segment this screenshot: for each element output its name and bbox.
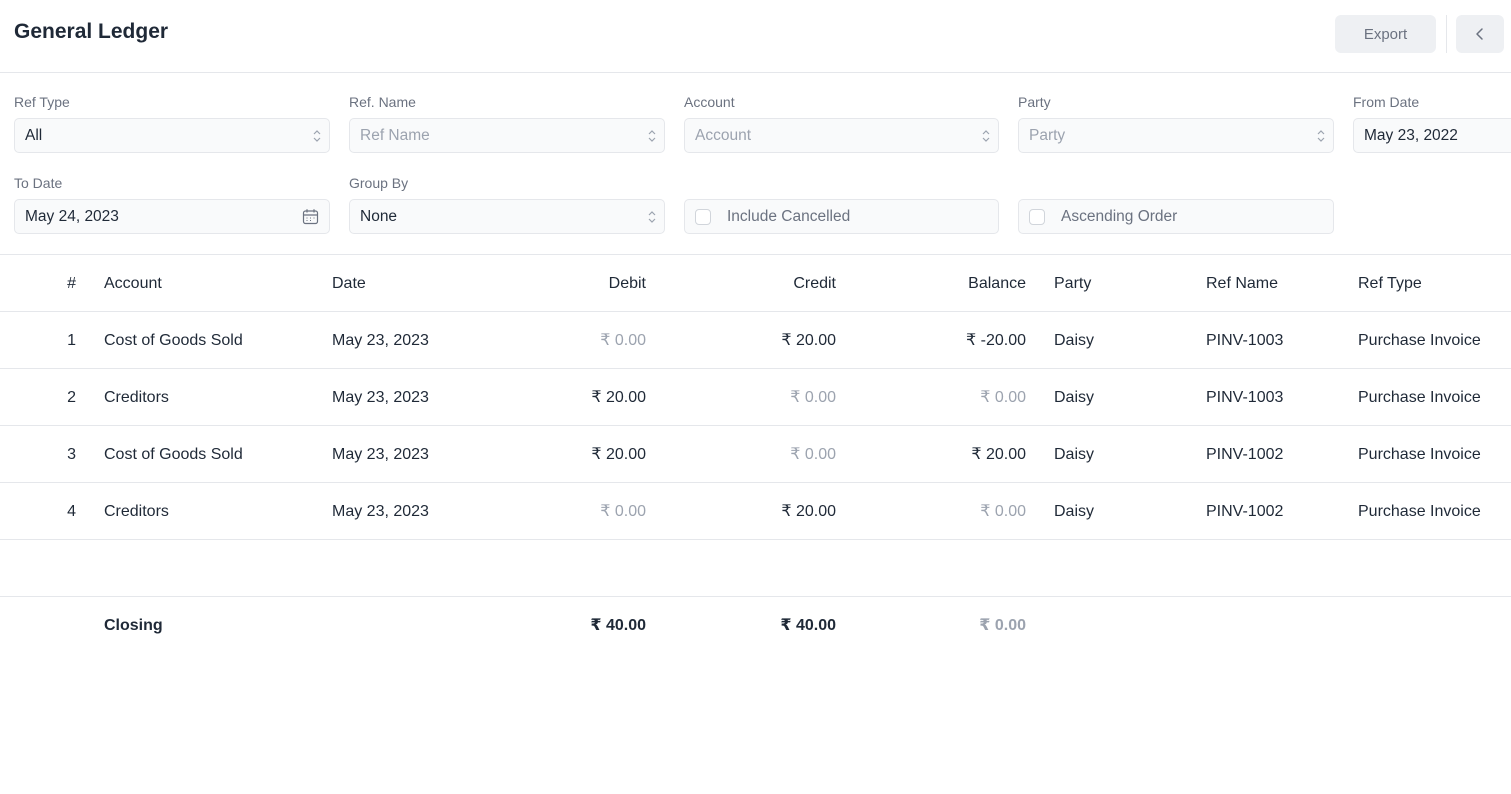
col-header-account: Account: [104, 275, 162, 292]
row-party: Daisy: [1054, 446, 1095, 463]
include-cancelled-label: Include Cancelled: [727, 207, 851, 225]
col-header-debit: Debit: [608, 275, 646, 292]
row-ref-type: Purchase Invoice: [1358, 332, 1481, 349]
filter-panel: Ref Type Ref. Name Account Party From Da…: [0, 73, 1511, 255]
party-label: Party: [1018, 94, 1051, 110]
row-party: Daisy: [1054, 332, 1095, 349]
col-header-number: #: [67, 275, 76, 292]
from-date-label: From Date: [1353, 94, 1420, 110]
table-row[interactable]: 1 Cost of Goods Sold May 23, 2023 ₹ 0.00…: [0, 312, 1511, 369]
include-cancelled-checkbox[interactable]: [695, 208, 711, 225]
from-date-value: May 23, 2022: [1364, 126, 1458, 144]
row-number: 1: [67, 332, 76, 349]
row-balance: ₹ 0.00: [980, 389, 1026, 406]
export-button[interactable]: Export: [1335, 15, 1436, 53]
col-header-balance: Balance: [968, 275, 1026, 292]
row-balance: ₹ -20.00: [966, 332, 1026, 349]
row-ref-type: Purchase Invoice: [1358, 503, 1481, 520]
table-empty-row: [0, 540, 1511, 597]
back-button[interactable]: [1456, 15, 1504, 53]
closing-debit: ₹ 40.00: [590, 617, 646, 634]
col-header-date: Date: [332, 275, 366, 292]
ascending-order-toggle[interactable]: Ascending Order: [1018, 199, 1334, 234]
ref-name-label: Ref. Name: [349, 94, 416, 110]
group-by-value: None: [360, 207, 398, 225]
row-party: Daisy: [1054, 389, 1095, 406]
row-debit: ₹ 20.00: [591, 389, 646, 406]
chevron-left-icon: [1476, 28, 1483, 40]
closing-credit: ₹ 40.00: [780, 617, 836, 634]
row-credit: ₹ 0.00: [790, 389, 836, 406]
ascending-order-label: Ascending Order: [1061, 207, 1178, 225]
header-divider: [1446, 15, 1447, 53]
row-ref-name: PINV-1002: [1206, 446, 1284, 463]
row-ref-type: Purchase Invoice: [1358, 389, 1481, 406]
row-account: Creditors: [104, 503, 169, 520]
row-debit: ₹ 0.00: [600, 503, 646, 520]
party-select[interactable]: Party: [1018, 118, 1334, 153]
row-date: May 23, 2023: [332, 389, 429, 406]
row-balance: ₹ 20.00: [971, 446, 1026, 463]
table-row[interactable]: 3 Cost of Goods Sold May 23, 2023 ₹ 20.0…: [0, 426, 1511, 483]
table-header-row: # Account Date Debit Credit Balance Part…: [0, 255, 1511, 312]
closing-balance: ₹ 0.00: [979, 617, 1026, 634]
account-select[interactable]: Account: [684, 118, 999, 153]
account-label: Account: [684, 94, 735, 110]
select-arrows-icon: [648, 211, 656, 223]
row-number: 4: [67, 503, 76, 520]
table-row[interactable]: 4 Creditors May 23, 2023 ₹ 0.00 ₹ 20.00 …: [0, 483, 1511, 540]
row-date: May 23, 2023: [332, 503, 429, 520]
calendar-icon[interactable]: [302, 208, 319, 225]
row-account: Creditors: [104, 389, 169, 406]
row-account: Cost of Goods Sold: [104, 332, 243, 349]
row-credit: ₹ 20.00: [781, 332, 836, 349]
select-arrows-icon: [648, 130, 656, 142]
ref-name-select[interactable]: Ref Name: [349, 118, 665, 153]
col-header-ref-type: Ref Type: [1358, 275, 1422, 292]
row-ref-type: Purchase Invoice: [1358, 446, 1481, 463]
select-arrows-icon: [313, 130, 321, 142]
ref-name-placeholder: Ref Name: [360, 126, 430, 144]
to-date-input[interactable]: May 24, 2023: [14, 199, 330, 234]
row-credit: ₹ 20.00: [781, 503, 836, 520]
from-date-input[interactable]: May 23, 2022: [1353, 118, 1511, 153]
row-debit: ₹ 20.00: [591, 446, 646, 463]
row-debit: ₹ 0.00: [600, 332, 646, 349]
row-ref-name: PINV-1002: [1206, 503, 1284, 520]
ref-type-select[interactable]: All: [14, 118, 330, 153]
group-by-select[interactable]: None: [349, 199, 665, 234]
row-balance: ₹ 0.00: [980, 503, 1026, 520]
col-header-party: Party: [1054, 275, 1092, 292]
account-placeholder: Account: [695, 126, 752, 144]
page-title: General Ledger: [14, 20, 169, 43]
page-header: General Ledger Export: [0, 0, 1511, 73]
ref-type-label: Ref Type: [14, 94, 70, 110]
ascending-order-checkbox[interactable]: [1029, 208, 1045, 225]
row-account: Cost of Goods Sold: [104, 446, 243, 463]
row-credit: ₹ 0.00: [790, 446, 836, 463]
table-closing-row: Closing ₹ 40.00 ₹ 40.00 ₹ 0.00: [0, 597, 1511, 654]
group-by-label: Group By: [349, 175, 409, 191]
row-party: Daisy: [1054, 503, 1095, 520]
row-ref-name: PINV-1003: [1206, 389, 1284, 406]
select-arrows-icon: [1317, 130, 1325, 142]
include-cancelled-toggle[interactable]: Include Cancelled: [684, 199, 999, 234]
row-date: May 23, 2023: [332, 332, 429, 349]
row-number: 3: [67, 446, 76, 463]
col-header-credit: Credit: [793, 275, 836, 292]
select-arrows-icon: [982, 130, 990, 142]
closing-label: Closing: [104, 617, 163, 634]
to-date-label: To Date: [14, 175, 63, 191]
ref-type-value: All: [25, 126, 43, 144]
row-number: 2: [67, 389, 76, 406]
row-ref-name: PINV-1003: [1206, 332, 1284, 349]
to-date-value: May 24, 2023: [25, 207, 119, 225]
party-placeholder: Party: [1029, 126, 1066, 144]
col-header-ref-name: Ref Name: [1206, 275, 1279, 292]
row-date: May 23, 2023: [332, 446, 429, 463]
table-row[interactable]: 2 Creditors May 23, 2023 ₹ 20.00 ₹ 0.00 …: [0, 369, 1511, 426]
